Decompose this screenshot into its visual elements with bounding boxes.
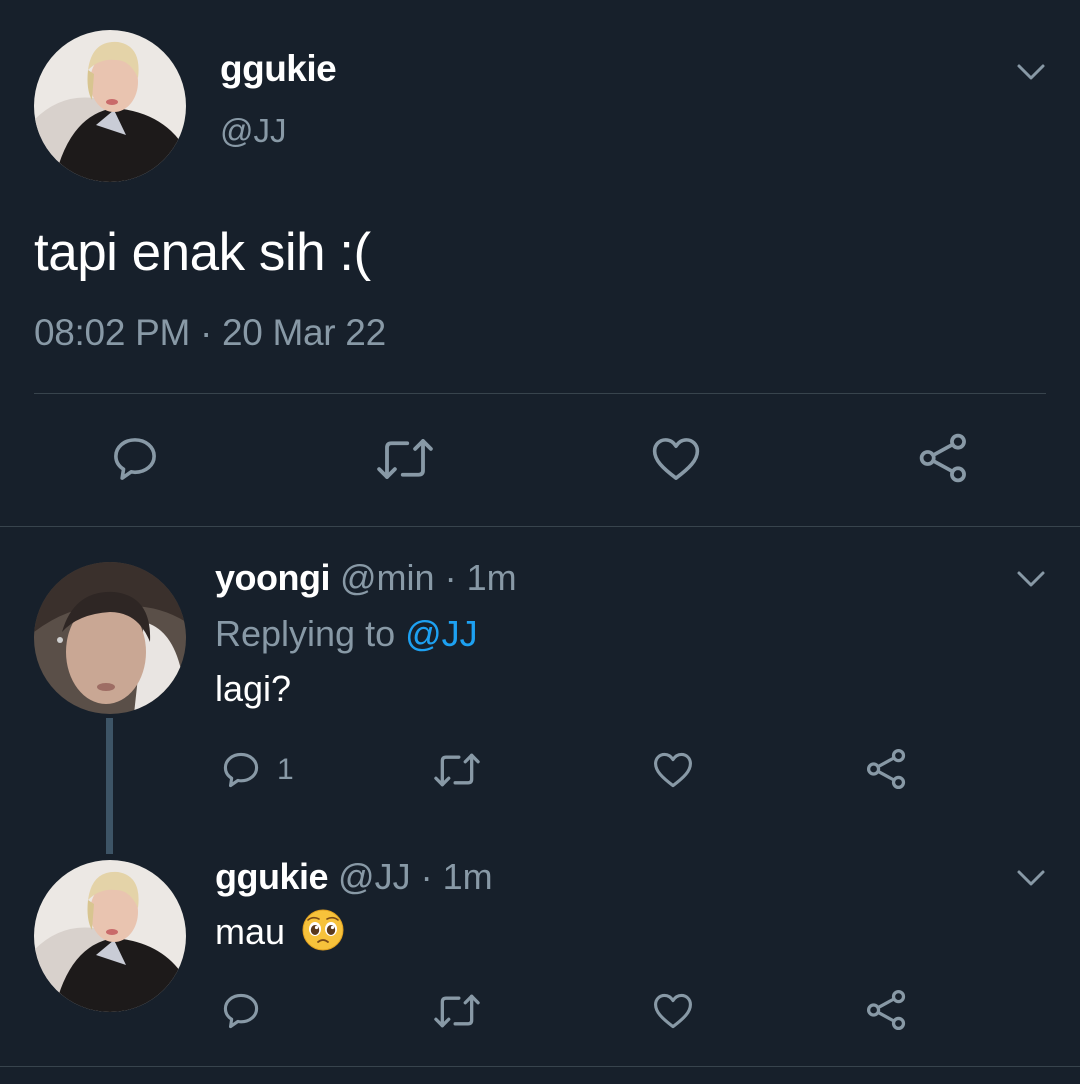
retweet-button[interactable] [430,989,484,1033]
reply-icon [223,993,259,1029]
divider [0,526,1080,527]
display-name[interactable]: ggukie [215,856,329,897]
avatar-image-ggukie [34,30,186,182]
thread-line [106,718,113,854]
like-icon [654,993,692,1029]
share-button[interactable] [864,746,910,792]
avatar-image-ggukie [34,860,186,1012]
share-button[interactable] [916,430,972,486]
reply-icon [114,438,156,480]
retweet-button[interactable] [430,748,484,792]
tweet-detail-page: ggukie @JJ tapi enak sih :( 08:02 PM · 2… [0,0,1080,1084]
avatar[interactable] [34,860,186,1012]
mention-link[interactable]: @JJ [405,613,478,654]
reply-button[interactable]: 1 [219,748,294,792]
reply-time[interactable]: 1m [443,856,493,897]
replying-to: Replying to @JJ [215,613,478,655]
share-button[interactable] [864,987,910,1033]
divider [0,1066,1080,1067]
like-button[interactable] [650,989,696,1033]
reply-text: mau [215,911,286,952]
chevron-down-icon[interactable] [1015,563,1047,595]
pleading-face-emoji [302,909,344,951]
main-tweet: ggukie @JJ tapi enak sih :( 08:02 PM · 2… [0,0,1080,526]
reply-header: ggukie @JJ · 1m [215,856,493,898]
user-handle[interactable]: @JJ [220,112,287,150]
like-button[interactable] [648,432,704,486]
like-icon [654,752,692,788]
separator: · [444,557,457,598]
reply-text: lagi? [215,668,292,709]
reply-button[interactable] [108,432,162,486]
display-name[interactable]: ggukie [220,48,337,90]
avatar-image-yoongi [34,562,186,714]
avatar[interactable] [34,562,186,714]
avatar[interactable] [34,30,186,182]
chevron-down-icon[interactable] [1015,56,1047,88]
display-name[interactable]: yoongi [215,557,330,598]
retweet-icon [377,439,433,479]
reply-header: yoongi @min · 1m [215,557,517,599]
share-icon [919,433,966,483]
reply-icon [223,752,259,788]
reply-count: 1 [277,753,294,786]
divider [34,393,1046,394]
reply-text-row: mau [215,908,345,953]
retweet-icon [434,753,480,787]
retweet-button[interactable] [373,432,437,486]
user-handle[interactable]: @min [340,557,435,598]
user-handle[interactable]: @JJ [338,856,411,897]
share-icon [866,748,906,790]
like-button[interactable] [650,748,696,792]
reply-time[interactable]: 1m [467,557,517,598]
retweet-icon [434,994,480,1028]
replying-label: Replying to [215,613,396,654]
chevron-down-icon[interactable] [1015,862,1047,894]
share-icon [866,989,906,1031]
like-icon [652,438,700,480]
separator: · [420,856,433,897]
reply-button[interactable] [219,989,263,1033]
tweet-timestamp[interactable]: 08:02 PM · 20 Mar 22 [34,312,386,354]
tweet-text: tapi enak sih :( [34,223,371,282]
